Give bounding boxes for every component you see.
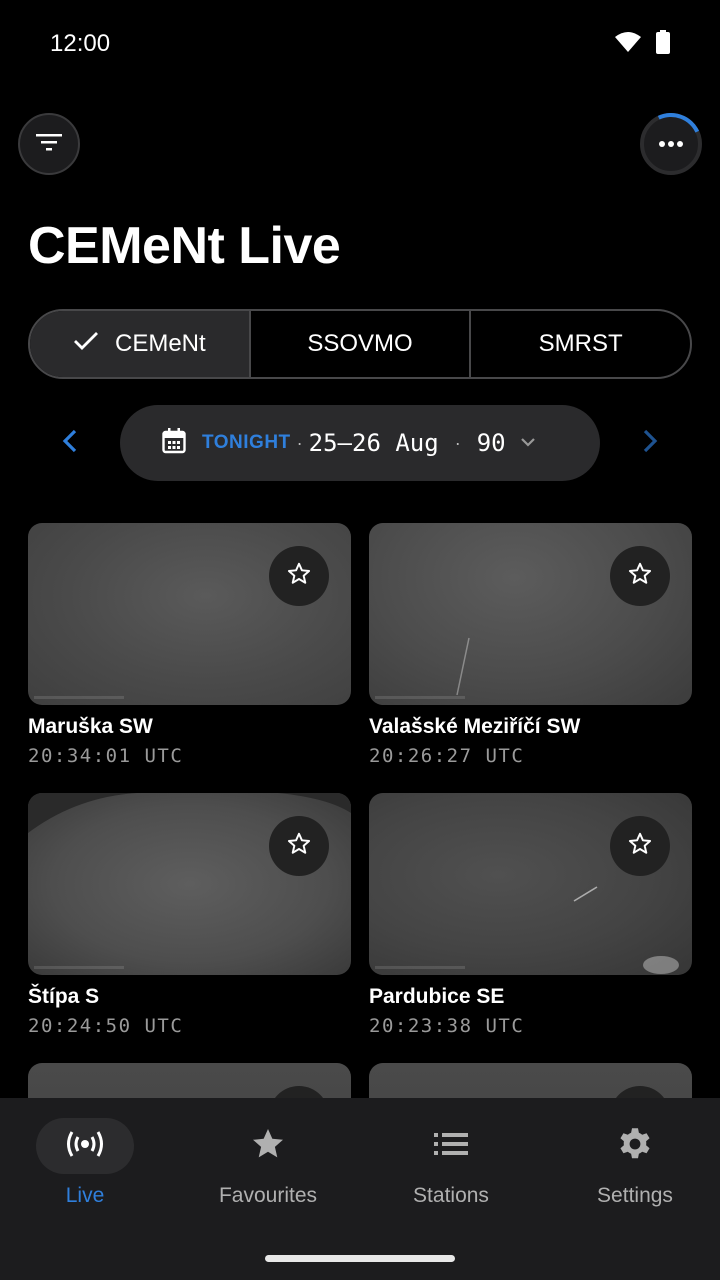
date-selector[interactable]: TONIGHT · 25–26 Aug · 90: [120, 405, 600, 481]
station-name: Maruška SW: [28, 715, 153, 738]
nav-label: Settings: [597, 1184, 673, 1207]
battery-icon: [656, 30, 670, 59]
camera-overlay: [375, 966, 465, 969]
station-grid: Maruška SW 20:34:01 UTC Valašské Meziříč…: [28, 523, 692, 1098]
segment-label: SSOVMO: [307, 330, 413, 357]
station-thumbnail: [28, 1063, 351, 1098]
separator: ·: [296, 432, 303, 453]
status-bar: 12:00: [0, 0, 720, 88]
nav-label: Live: [65, 1184, 105, 1207]
separator: ·: [454, 432, 461, 453]
station-time: 20:23:38 UTC: [369, 1015, 525, 1037]
nav-icon-container: [219, 1118, 317, 1174]
date-range: 25–26 Aug: [308, 429, 439, 457]
detection-count: 90: [476, 429, 506, 457]
star-outline-icon: [627, 561, 653, 592]
star-outline-icon: [286, 831, 312, 862]
favourite-button[interactable]: [269, 546, 329, 606]
list-icon: [434, 1131, 468, 1162]
previous-night-button[interactable]: [52, 425, 88, 461]
nav-item-live[interactable]: Live: [10, 1118, 160, 1228]
camera-overlay: [375, 696, 465, 699]
favourite-button[interactable]: [610, 546, 670, 606]
nav-icon-container: [36, 1118, 134, 1174]
gear-icon: [617, 1126, 653, 1167]
station-name: Štípa S: [28, 985, 100, 1008]
star-icon: [250, 1126, 286, 1167]
star-outline-icon: [627, 831, 653, 862]
nav-icon-container: [402, 1118, 500, 1174]
page-title: CEMeNt Live: [28, 217, 341, 275]
favourite-button[interactable]: [269, 816, 329, 876]
loading-ring: [631, 104, 711, 184]
station-thumbnail: [28, 523, 351, 705]
check-icon: [73, 330, 115, 358]
camera-overlay: [34, 966, 124, 969]
nav-label: Stations: [413, 1184, 489, 1207]
camera-overlay: [34, 696, 124, 699]
station-thumbnail: [369, 1063, 692, 1098]
chevron-down-icon: [520, 434, 536, 452]
nav-item-stations[interactable]: Stations: [376, 1118, 526, 1228]
network-selector: CEMeNt SSOVMO SMRST: [28, 309, 692, 379]
segment-cement[interactable]: CEMeNt: [30, 311, 251, 377]
segment-ssovmo[interactable]: SSOVMO: [251, 311, 472, 377]
station-card[interactable]: Pardubice SE 20:23:38 UTC: [369, 793, 692, 1037]
station-name: Valašské Meziříčí SW: [369, 715, 581, 738]
station-card[interactable]: Valašské Meziříčí SW 20:26:27 UTC: [369, 523, 692, 767]
calendar-icon: [162, 427, 186, 459]
station-thumbnail: [369, 793, 692, 975]
nav-icon-container: [586, 1118, 684, 1174]
chevron-left-icon: [62, 429, 78, 458]
segment-label: CEMeNt: [114, 330, 206, 357]
station-card[interactable]: Maruška SW 20:34:01 UTC: [28, 523, 351, 767]
wifi-icon: [614, 31, 642, 58]
next-night-button[interactable]: [632, 425, 668, 461]
tonight-label: TONIGHT: [202, 432, 291, 453]
more-options-button[interactable]: [631, 104, 711, 184]
nav-label: Favourites: [218, 1184, 318, 1207]
filter-button[interactable]: [18, 113, 80, 175]
station-time: 20:26:27 UTC: [369, 745, 525, 767]
favourite-button[interactable]: [610, 1086, 670, 1098]
home-indicator[interactable]: [265, 1255, 455, 1262]
station-card[interactable]: Štípa S 20:24:50 UTC: [28, 793, 351, 1037]
nav-item-favourites[interactable]: Favourites: [193, 1118, 343, 1228]
favourite-button[interactable]: [610, 816, 670, 876]
station-time: 20:34:01 UTC: [28, 745, 184, 767]
station-time: 20:24:50 UTC: [28, 1015, 184, 1037]
favourite-button[interactable]: [269, 1086, 329, 1098]
filter-icon: [36, 132, 62, 157]
status-time: 12:00: [50, 30, 111, 57]
segment-label: SMRST: [538, 330, 623, 357]
bottom-navigation: Live Favourites Stations Settings: [0, 1098, 720, 1280]
broadcast-icon: [66, 1130, 104, 1163]
segment-smrst[interactable]: SMRST: [471, 311, 690, 377]
station-card[interactable]: [369, 1063, 692, 1098]
chevron-right-icon: [642, 429, 658, 458]
station-thumbnail: [369, 523, 692, 705]
station-card[interactable]: [28, 1063, 351, 1098]
nav-item-settings[interactable]: Settings: [560, 1118, 710, 1228]
station-name: Pardubice SE: [369, 985, 505, 1008]
station-thumbnail: [28, 793, 351, 975]
star-outline-icon: [286, 561, 312, 592]
status-icons: [614, 30, 670, 59]
